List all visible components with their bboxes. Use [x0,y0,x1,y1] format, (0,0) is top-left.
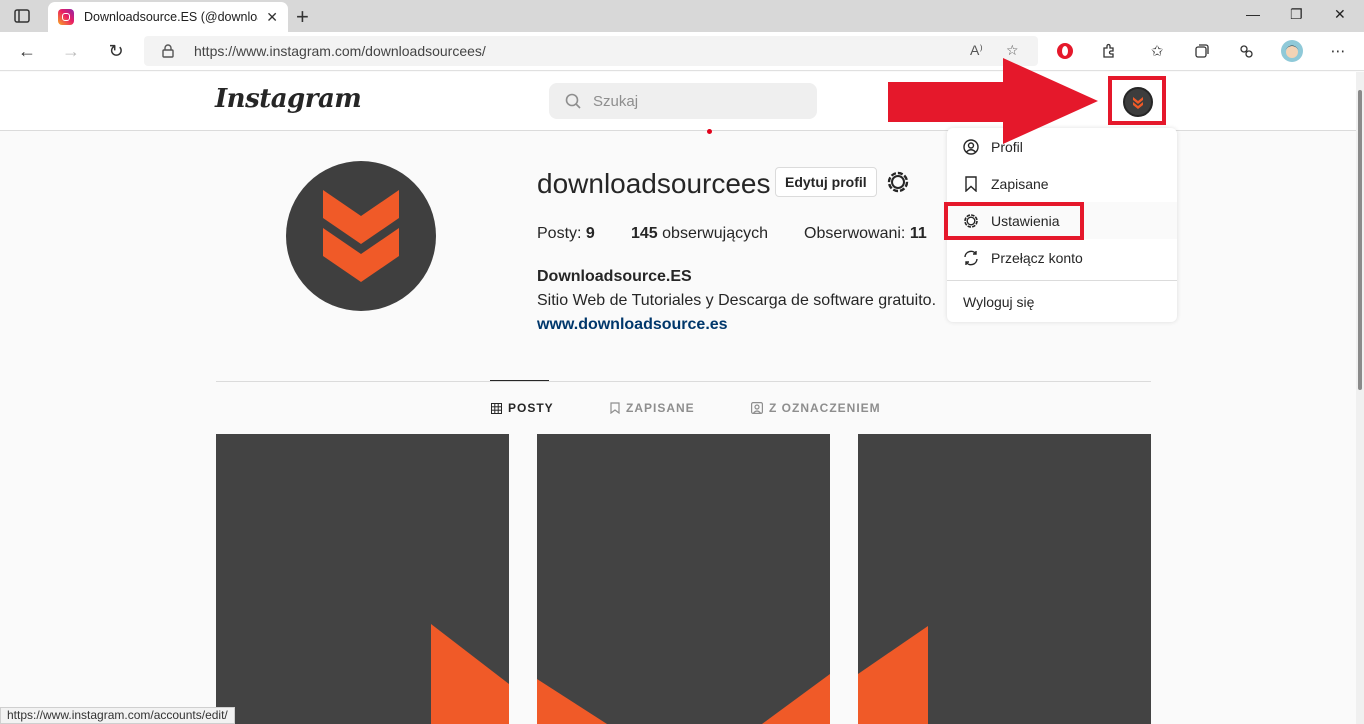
search-placeholder: Szukaj [593,93,639,110]
browser-toolbar: ← → ↻ https://www.instagram.com/download… [0,32,1364,71]
menu-item-label: Przełącz konto [991,249,1083,266]
annotation-arrow [888,58,1098,144]
browser-tab-bar: Downloadsource.ES (@downloadsourcees) ✕ … [0,0,1364,32]
tab-saved-label: ZAPISANE [626,401,695,415]
posts-stat: Posty: 9 [537,225,595,243]
settings-gear-icon[interactable] [885,169,911,195]
following-label: Obserwowani: [804,225,906,242]
annotation-box-avatar [1108,76,1166,125]
instagram-logo[interactable]: Instagram [215,84,362,114]
logout-label: Wyloguj się [963,293,1035,310]
tab-actions-icon[interactable] [10,6,34,26]
favorites-icon[interactable]: ✩ [1146,40,1168,62]
new-tab-button[interactable]: + [296,4,309,30]
close-window-icon[interactable]: ✕ [1334,6,1346,23]
bookmark-icon [610,402,620,414]
url-text[interactable]: https://www.instagram.com/downloadsource… [194,43,486,59]
followers-label: obserwujących [662,225,768,242]
status-bar-url: https://www.instagram.com/accounts/edit/ [0,707,235,724]
lock-icon[interactable] [162,44,174,58]
followers-stat[interactable]: 145 obserwujących [631,225,768,243]
menu-item-label: Zapisane [991,175,1049,192]
tab-tagged[interactable]: Z OZNACZENIEM [751,401,881,415]
menu-item-saved[interactable]: Zapisane [947,165,1177,202]
scrollbar-thumb[interactable] [1358,90,1362,390]
read-aloud-icon[interactable]: A⁾ [970,42,983,59]
browser-tab[interactable]: Downloadsource.ES (@downloadsourcees) ✕ [48,2,288,32]
menu-item-switch-account[interactable]: Przełącz konto [947,239,1177,276]
following-count: 11 [909,225,927,242]
forward-icon[interactable]: → [58,39,84,63]
notification-dot [707,129,712,134]
search-icon [565,93,581,109]
more-options-icon[interactable]: ⋯ [1327,40,1349,62]
back-icon[interactable]: ← [14,39,40,63]
active-tab-indicator [490,380,549,381]
profile-full-name: Downloadsource.ES [537,268,692,285]
profile-username: downloadsourcees [537,168,771,199]
profile-avatar[interactable] [286,161,436,311]
post-thumbnail[interactable] [537,434,830,724]
tagged-icon [751,402,763,414]
tab-posts-label: POSTY [508,401,554,415]
bookmark-icon [963,175,979,192]
add-favorite-icon[interactable]: ☆ [1006,42,1019,59]
edit-profile-button[interactable]: Edytuj profil [775,167,877,197]
minimize-icon[interactable]: — [1246,6,1260,22]
collections-icon[interactable] [1191,40,1213,62]
tab-title: Downloadsource.ES (@downloadsourcees) [84,10,259,24]
restore-icon[interactable]: ❐ [1290,6,1303,23]
grid-icon [491,402,502,414]
performance-icon[interactable] [1235,40,1257,62]
following-stat[interactable]: Obserwowani: 11 [804,225,927,243]
post-thumbnail[interactable] [216,434,509,724]
posts-label: Posty: [537,225,582,242]
menu-item-logout[interactable]: Wyloguj się [947,281,1177,322]
annotation-box-settings [944,202,1084,240]
switch-icon [963,250,979,266]
tab-tagged-label: Z OZNACZENIEM [769,401,881,415]
page-scrollbar[interactable] [1356,72,1364,724]
profile-bio: Sitio Web de Tutoriales y Descarga de so… [537,292,937,309]
tabs-divider [216,381,1151,382]
followers-count: 145 [631,225,658,242]
tab-close-icon[interactable]: ✕ [266,9,278,26]
search-input[interactable]: Szukaj [549,83,817,119]
instagram-favicon-icon [58,9,74,25]
refresh-icon[interactable]: ↻ [103,39,129,63]
user-profile-avatar[interactable] [1281,40,1303,62]
tab-posts[interactable]: POSTY [491,401,554,415]
extensions-icon[interactable] [1098,40,1120,62]
profile-website-link[interactable]: www.downloadsource.es [537,316,728,334]
post-thumbnail[interactable] [858,434,1151,724]
posts-count: 9 [585,225,595,242]
tab-saved[interactable]: ZAPISANE [610,401,695,415]
